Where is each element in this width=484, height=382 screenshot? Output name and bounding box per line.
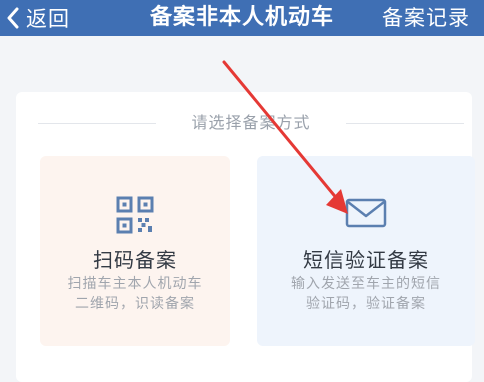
sms-verify-option-card[interactable]: 短信验证备案 输入发送至车主的短信 验证码，验证备案 (257, 156, 475, 346)
scan-code-option-description: 扫描车主本人机动车 二维码，识读备案 (48, 274, 222, 314)
records-button[interactable]: 备案记录 (382, 0, 470, 36)
method-prompt: 请选择备案方式 (191, 113, 311, 132)
sms-verify-option-label: 短信验证备案 (303, 248, 429, 272)
sms-verify-desc-line2: 验证码，验证备案 (306, 296, 426, 312)
sms-verify-option-description: 输入发送至车主的短信 验证码，验证备案 (265, 274, 467, 314)
sms-verify-desc-line1: 输入发送至车主的短信 (291, 276, 441, 292)
envelope-icon (257, 196, 475, 234)
scan-code-desc-line1: 扫描车主本人机动车 (67, 276, 203, 292)
scan-code-option-label: 扫码备案 (93, 248, 177, 272)
top-nav-bar: 返回 备案非本人机动车 备案记录 (0, 0, 484, 36)
scan-code-desc-line2: 二维码，识读备案 (75, 296, 195, 312)
qr-code-icon (40, 196, 230, 234)
method-prompt-divider: 请选择备案方式 (38, 112, 464, 134)
scan-code-option-card[interactable]: 扫码备案 扫描车主本人机动车 二维码，识读备案 (40, 156, 230, 346)
